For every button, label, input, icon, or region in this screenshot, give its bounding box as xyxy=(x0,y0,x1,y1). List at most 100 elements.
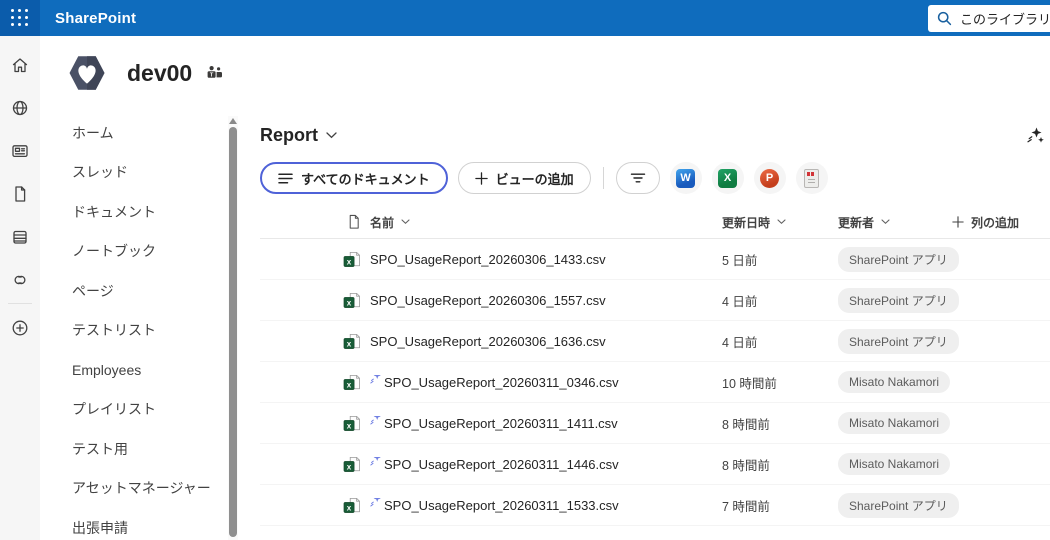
new-document-app-button[interactable] xyxy=(796,162,828,194)
powerpoint-icon: P xyxy=(760,169,779,188)
file-modified: 8 時間前 xyxy=(710,455,826,474)
svg-text:x: x xyxy=(347,257,352,266)
nav-item-2[interactable]: ドキュメント xyxy=(40,192,240,232)
nav-item-5[interactable]: テストリスト xyxy=(40,311,240,351)
rail-create-button[interactable] xyxy=(0,306,40,349)
filter-views-button[interactable] xyxy=(616,162,660,194)
table-header: 名前 更新日時 更新者 xyxy=(260,206,1050,239)
app-launcher-button[interactable] xyxy=(0,0,40,36)
toolbar-divider xyxy=(603,167,604,189)
new-indicator-icon xyxy=(370,375,382,384)
file-modified-by-badge[interactable]: Misato Nakamori xyxy=(838,371,950,393)
file-row[interactable]: x SPO_UsageReport_20260311_1411.csv 8 時間… xyxy=(260,403,1050,444)
rail-global-button[interactable] xyxy=(0,86,40,129)
view-title-menu[interactable]: Report xyxy=(260,121,1050,149)
file-row[interactable]: x SPO_UsageReport_20260306_1557.csv 4 日前… xyxy=(260,280,1050,321)
plus-icon xyxy=(952,216,964,228)
nav-item-0[interactable]: ホーム xyxy=(40,113,240,153)
file-name[interactable]: SPO_UsageReport_20260306_1636.csv xyxy=(370,334,606,349)
file-modified-by-badge[interactable]: SharePoint アプリ xyxy=(838,247,959,272)
excel-csv-file-icon: x xyxy=(343,456,361,473)
sparkle-icon xyxy=(1025,126,1044,144)
file-name[interactable]: SPO_UsageReport_20260306_1433.csv xyxy=(370,252,606,267)
file-modified: 7 時間前 xyxy=(710,496,826,515)
nav-item-10[interactable]: 出張申請 xyxy=(40,508,240,540)
rail-home-button[interactable] xyxy=(0,43,40,86)
nav-scrollbar-thumb[interactable] xyxy=(229,127,237,537)
library-title: Report xyxy=(260,125,318,146)
excel-csv-file-icon: x xyxy=(343,415,361,432)
file-modified-by-badge[interactable]: Misato Nakamori xyxy=(838,412,950,434)
excel-csv-file-icon: x xyxy=(343,374,361,391)
rail-divider xyxy=(8,303,32,304)
new-word-button[interactable]: W xyxy=(670,162,702,194)
nav-item-7[interactable]: プレイリスト xyxy=(40,390,240,430)
list-view-icon xyxy=(278,171,293,186)
file-name[interactable]: SPO_UsageReport_20260311_1411.csv xyxy=(384,416,618,431)
globe-icon xyxy=(10,98,30,118)
rail-documents-button[interactable] xyxy=(0,172,40,215)
file-name[interactable]: SPO_UsageReport_20260311_1533.csv xyxy=(384,498,619,513)
waffle-icon xyxy=(11,9,29,27)
app-rail xyxy=(0,36,40,540)
rail-lists-button[interactable] xyxy=(0,215,40,258)
new-indicator-icon xyxy=(370,457,382,466)
file-row[interactable]: x SPO_UsageReport_20260306_1636.csv 4 日前… xyxy=(260,321,1050,362)
file-modified-by-badge[interactable]: SharePoint アプリ xyxy=(838,329,959,354)
nav-item-6[interactable]: Employees xyxy=(40,350,240,390)
add-column-button[interactable]: 列の追加 xyxy=(940,214,1050,231)
view-all-documents-pill[interactable]: すべてのドキュメント xyxy=(260,162,448,194)
nav-item-1[interactable]: スレッド xyxy=(40,153,240,193)
file-modified-by-badge[interactable]: Misato Nakamori xyxy=(838,453,950,475)
nav-item-8[interactable]: テスト用 xyxy=(40,429,240,469)
modified-column-header[interactable]: 更新日時 xyxy=(710,214,826,231)
command-bar: すべてのドキュメント ビューの追加 xyxy=(260,162,1050,194)
new-indicator-icon xyxy=(370,498,382,507)
scroll-up-arrow-icon[interactable] xyxy=(229,118,237,124)
file-row[interactable]: x SPO_UsageReport_20260311_1446.csv 8 時間… xyxy=(260,444,1050,485)
plus-circle-icon xyxy=(10,318,30,338)
boost-button[interactable] xyxy=(1025,126,1044,149)
teams-icon: T xyxy=(206,65,223,81)
excel-csv-file-icon: x xyxy=(343,497,361,514)
svg-text:x: x xyxy=(347,462,352,471)
file-modified-by-badge[interactable]: SharePoint アプリ xyxy=(838,493,959,518)
word-icon: W xyxy=(676,169,695,188)
nav-scrollbar[interactable] xyxy=(228,116,238,540)
link-icon xyxy=(10,270,30,290)
site-title[interactable]: dev00 xyxy=(127,60,192,87)
search-icon xyxy=(937,11,952,26)
file-modified-by-badge[interactable]: SharePoint アプリ xyxy=(838,288,959,313)
rail-news-button[interactable] xyxy=(0,129,40,172)
nav-item-9[interactable]: アセットマネージャー xyxy=(40,469,240,509)
new-indicator-icon xyxy=(370,416,382,425)
add-view-button[interactable]: ビューの追加 xyxy=(458,162,591,194)
file-modified: 4 日前 xyxy=(710,332,826,351)
view-pill-label: すべてのドキュメント xyxy=(301,169,430,188)
file-type-column-header[interactable] xyxy=(332,214,365,230)
new-powerpoint-button[interactable]: P xyxy=(754,162,786,194)
site-nav: ホームスレッドドキュメントノートブックページテストリストEmployeesプレイ… xyxy=(40,110,240,540)
file-row[interactable]: x SPO_UsageReport_20260306_1433.csv 5 日前… xyxy=(260,239,1050,280)
name-column-header[interactable]: 名前 xyxy=(365,214,710,231)
rail-links-button[interactable] xyxy=(0,258,40,301)
site-header: dev00 T xyxy=(40,36,1050,110)
site-logo[interactable] xyxy=(68,54,106,92)
file-row[interactable]: x SPO_UsageReport_20260311_1533.csv 7 時間… xyxy=(260,485,1050,526)
file-name[interactable]: SPO_UsageReport_20260306_1557.csv xyxy=(370,293,606,308)
suite-bar: SharePoint このライブラリ xyxy=(0,0,1050,36)
nav-item-4[interactable]: ページ xyxy=(40,271,240,311)
file-table: 名前 更新日時 更新者 xyxy=(260,206,1050,526)
nav-item-list: ホームスレッドドキュメントノートブックページテストリストEmployeesプレイ… xyxy=(40,113,240,540)
plus-icon xyxy=(475,172,488,185)
chevron-down-icon xyxy=(326,132,337,139)
file-row[interactable]: x SPO_UsageReport_20260311_0346.csv 10 時… xyxy=(260,362,1050,403)
file-name[interactable]: SPO_UsageReport_20260311_0346.csv xyxy=(384,375,619,390)
file-name[interactable]: SPO_UsageReport_20260311_1446.csv xyxy=(384,457,619,472)
nav-item-3[interactable]: ノートブック xyxy=(40,232,240,272)
svg-text:x: x xyxy=(347,503,352,512)
new-excel-button[interactable]: X xyxy=(712,162,744,194)
search-input[interactable]: このライブラリ xyxy=(928,5,1050,32)
library-main: Report xyxy=(240,110,1050,540)
modified-by-column-header[interactable]: 更新者 xyxy=(826,214,940,231)
